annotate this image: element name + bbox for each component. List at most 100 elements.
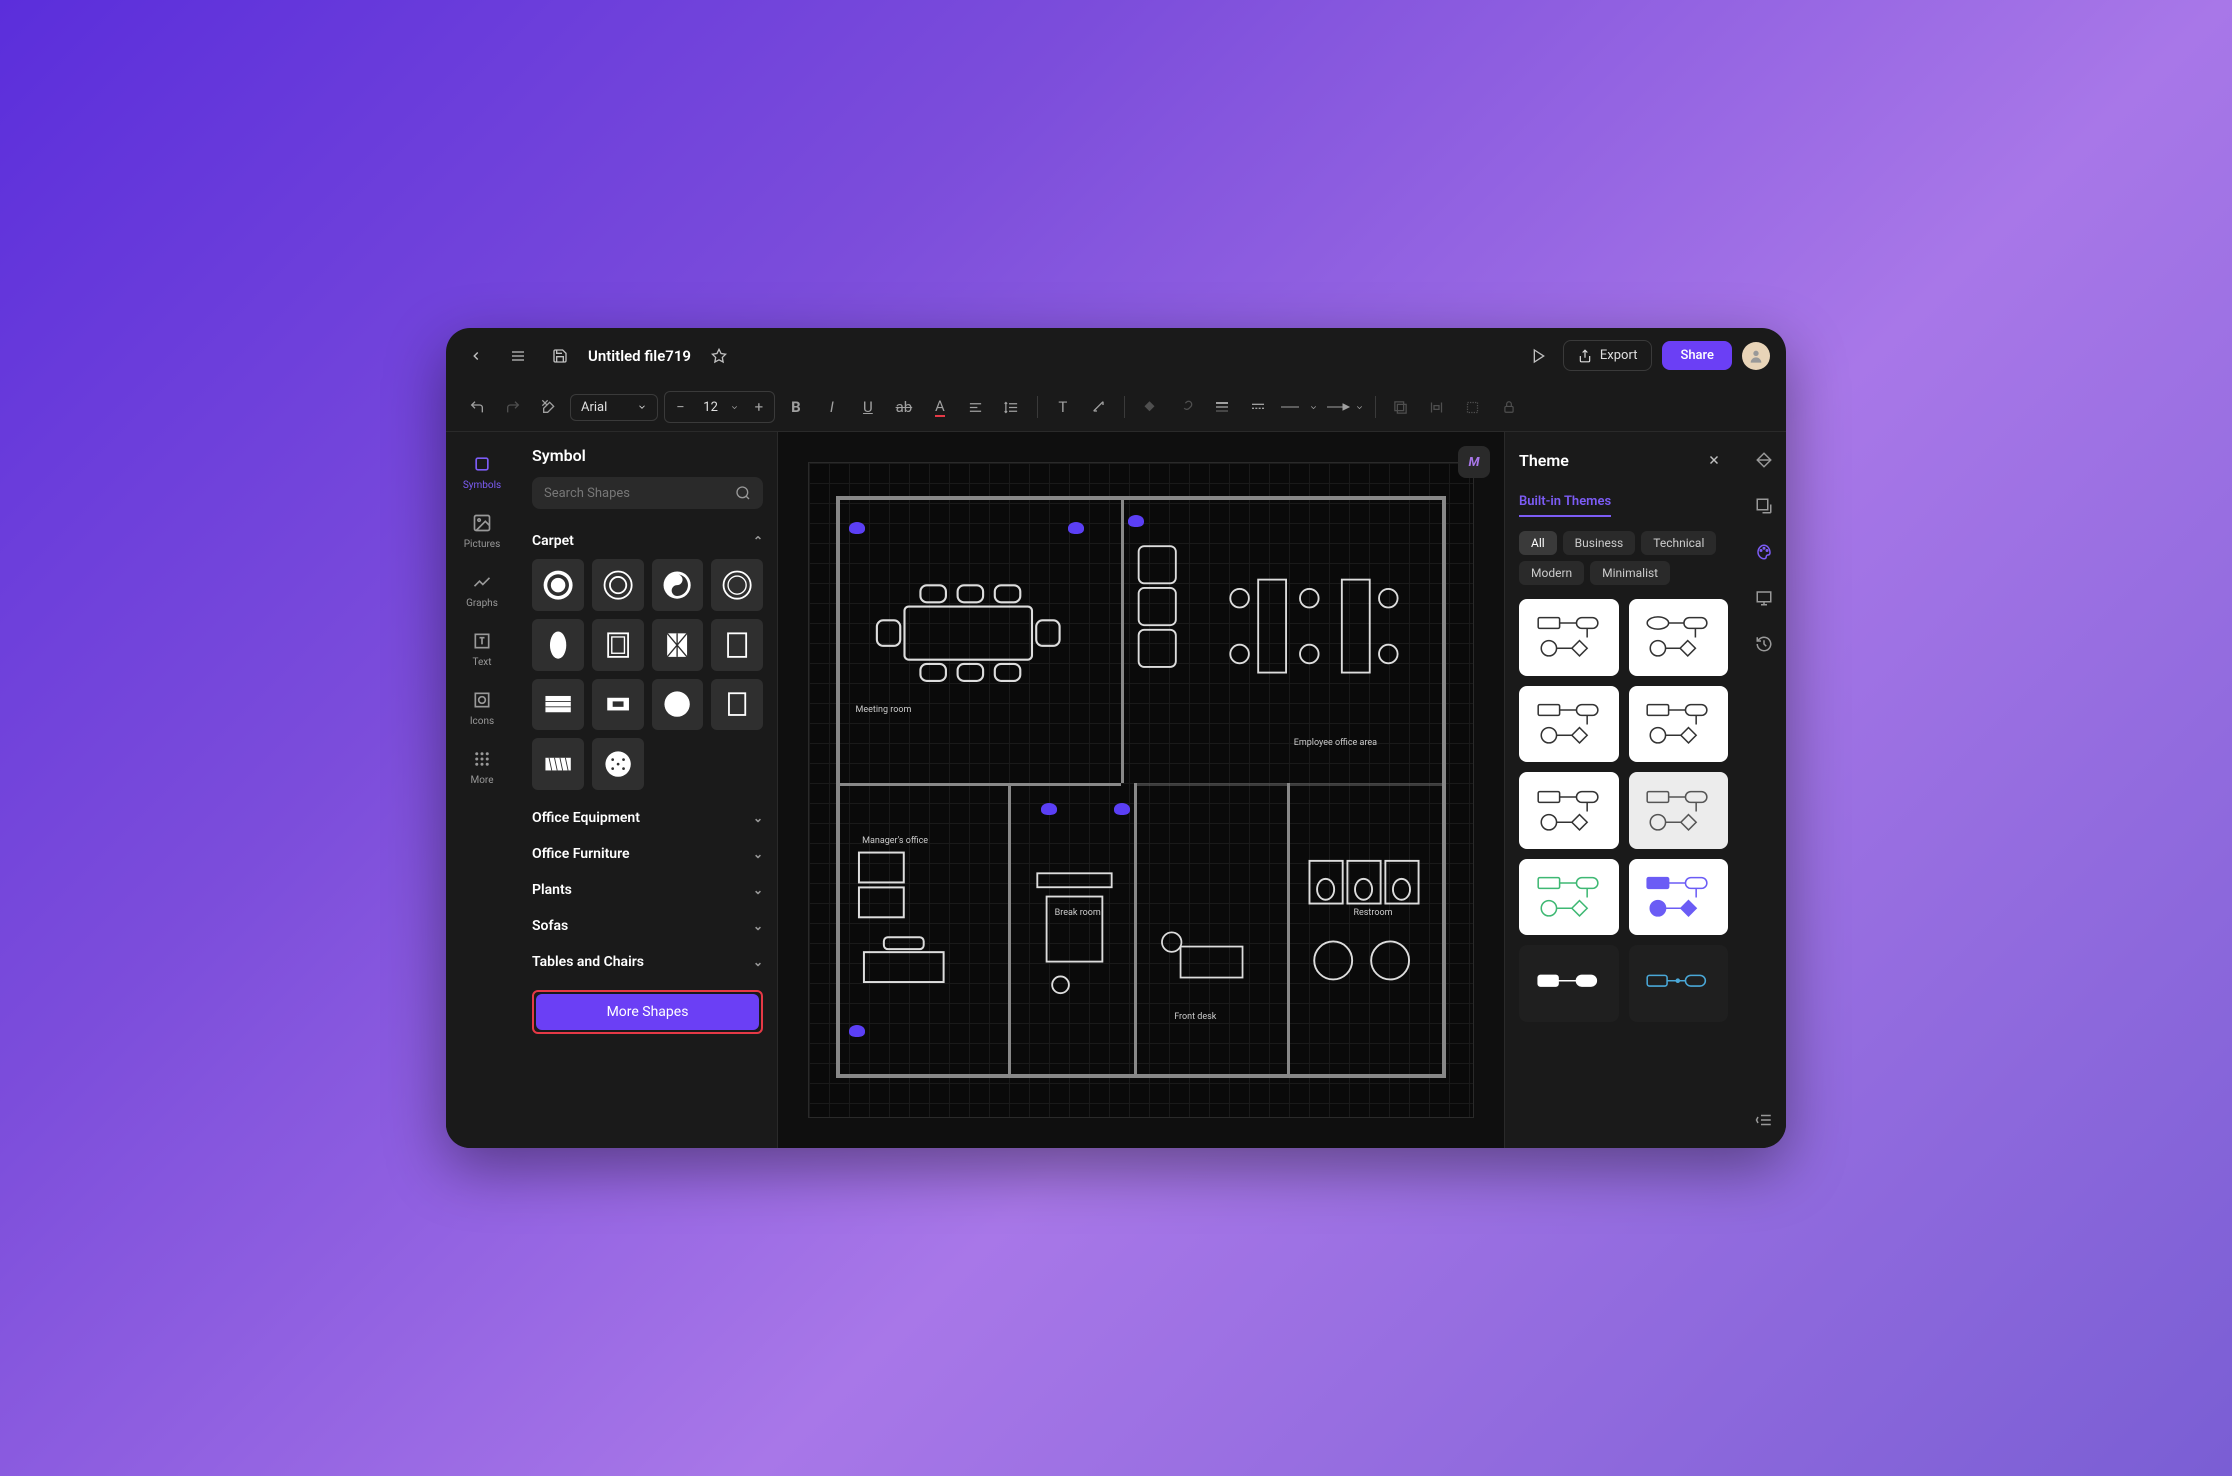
rail-graphs[interactable]: Graphs [454, 562, 510, 617]
link-button[interactable] [1171, 392, 1201, 422]
share-button[interactable]: Share [1662, 341, 1732, 370]
group-button[interactable] [1458, 392, 1488, 422]
collapse-button[interactable] [1750, 1106, 1778, 1134]
arrow-button[interactable] [1325, 392, 1365, 422]
search-input[interactable] [544, 486, 735, 501]
format-painter-button[interactable] [534, 392, 564, 422]
line-button[interactable] [1279, 392, 1319, 422]
label-front-desk: Front desk [1174, 1012, 1216, 1022]
present-tool[interactable] [1750, 584, 1778, 612]
filter-minimalist[interactable]: Minimalist [1590, 561, 1670, 585]
redo-button[interactable] [498, 392, 528, 422]
theme-panel: Theme Built-in Themes All Business Techn… [1504, 432, 1742, 1148]
close-theme-button[interactable] [1700, 446, 1728, 474]
search-icon [735, 485, 751, 501]
carpet-shape-8[interactable] [711, 619, 763, 671]
carpet-shape-10[interactable] [592, 679, 644, 731]
grid-icon [470, 747, 494, 771]
theme-card-5[interactable] [1519, 772, 1619, 849]
font-color-button[interactable]: A [925, 392, 955, 422]
align-button[interactable] [961, 392, 991, 422]
export-button[interactable]: Export [1563, 340, 1653, 371]
connector-button[interactable] [1084, 392, 1114, 422]
panel-title: Symbol [532, 446, 763, 465]
line-style-button[interactable] [1207, 392, 1237, 422]
text-tool-button[interactable]: T [1048, 392, 1078, 422]
font-select[interactable]: Arial [570, 394, 658, 421]
carpet-shape-3[interactable] [652, 559, 704, 611]
category-carpet[interactable]: Carpet ⌃ [532, 523, 763, 559]
carpet-shape-13[interactable] [532, 738, 584, 790]
carpet-shape-2[interactable] [592, 559, 644, 611]
theme-card-4[interactable] [1629, 686, 1729, 763]
category-sofas[interactable]: Sofas⌄ [532, 908, 763, 944]
filter-business[interactable]: Business [1563, 531, 1636, 555]
ai-badge[interactable]: M [1458, 446, 1490, 478]
underline-button[interactable]: U [853, 392, 883, 422]
file-title[interactable]: Untitled file719 [588, 347, 691, 365]
fill-button[interactable] [1135, 392, 1165, 422]
theme-card-7[interactable] [1519, 859, 1619, 936]
theme-card-6[interactable] [1629, 772, 1729, 849]
category-office-equipment[interactable]: Office Equipment⌄ [532, 800, 763, 836]
search-box[interactable] [532, 477, 763, 509]
undo-button[interactable] [462, 392, 492, 422]
carpet-shape-9[interactable] [532, 679, 584, 731]
carpet-shape-5[interactable] [532, 619, 584, 671]
more-shapes-button[interactable]: More Shapes [536, 994, 759, 1030]
carpet-shape-14[interactable] [592, 738, 644, 790]
theme-tool[interactable] [1750, 538, 1778, 566]
size-dropdown[interactable] [726, 392, 744, 422]
avatar[interactable] [1742, 342, 1770, 370]
carpet-shape-1[interactable] [532, 559, 584, 611]
save-icon[interactable] [546, 342, 574, 370]
bold-button[interactable]: B [781, 392, 811, 422]
strikethrough-button[interactable]: ab [889, 392, 919, 422]
back-button[interactable] [462, 342, 490, 370]
history-tool[interactable] [1750, 630, 1778, 658]
theme-card-8[interactable] [1629, 859, 1729, 936]
carpet-shape-4[interactable] [711, 559, 763, 611]
builtin-themes-tab[interactable]: Built-in Themes [1519, 494, 1611, 517]
font-size-value[interactable]: 12 [695, 400, 726, 415]
rail-text[interactable]: Text [454, 621, 510, 676]
label-break-room: Break room [1055, 908, 1101, 918]
lock-button[interactable] [1494, 392, 1524, 422]
layers-button[interactable] [1386, 392, 1416, 422]
category-plants[interactable]: Plants⌄ [532, 872, 763, 908]
replace-tool[interactable] [1750, 492, 1778, 520]
rail-more[interactable]: More [454, 739, 510, 794]
menu-button[interactable] [504, 342, 532, 370]
theme-card-3[interactable] [1519, 686, 1619, 763]
theme-card-1[interactable] [1519, 599, 1619, 676]
theme-card-10[interactable] [1629, 945, 1729, 1022]
rail-pictures[interactable]: Pictures [454, 503, 510, 558]
canvas[interactable]: Meeting room Employee office area [808, 462, 1474, 1118]
decrease-size-button[interactable]: − [665, 392, 695, 422]
carpet-shape-7[interactable] [652, 619, 704, 671]
plant-icon [1128, 515, 1144, 527]
carpet-shape-12[interactable] [711, 679, 763, 731]
category-office-furniture[interactable]: Office Furniture⌄ [532, 836, 763, 872]
left-rail: Symbols Pictures Graphs Text Icons More [446, 432, 518, 1148]
filter-modern[interactable]: Modern [1519, 561, 1584, 585]
dash-button[interactable] [1243, 392, 1273, 422]
distribute-button[interactable] [1422, 392, 1452, 422]
fill-tool[interactable] [1750, 446, 1778, 474]
filter-all[interactable]: All [1519, 531, 1557, 555]
increase-size-button[interactable]: + [744, 392, 774, 422]
category-tables-chairs[interactable]: Tables and Chairs⌄ [532, 944, 763, 980]
carpet-shape-11[interactable] [652, 679, 704, 731]
theme-card-9[interactable] [1519, 945, 1619, 1022]
canvas-area: Meeting room Employee office area [778, 432, 1504, 1148]
star-button[interactable] [705, 342, 733, 370]
carpet-shape-6[interactable] [592, 619, 644, 671]
italic-button[interactable]: I [817, 392, 847, 422]
play-button[interactable] [1525, 342, 1553, 370]
theme-card-2[interactable] [1629, 599, 1729, 676]
theme-filters: All Business Technical Modern Minimalist [1519, 531, 1728, 585]
rail-symbols[interactable]: Symbols [454, 444, 510, 499]
rail-icons[interactable]: Icons [454, 680, 510, 735]
filter-technical[interactable]: Technical [1641, 531, 1716, 555]
line-spacing-button[interactable] [997, 392, 1027, 422]
